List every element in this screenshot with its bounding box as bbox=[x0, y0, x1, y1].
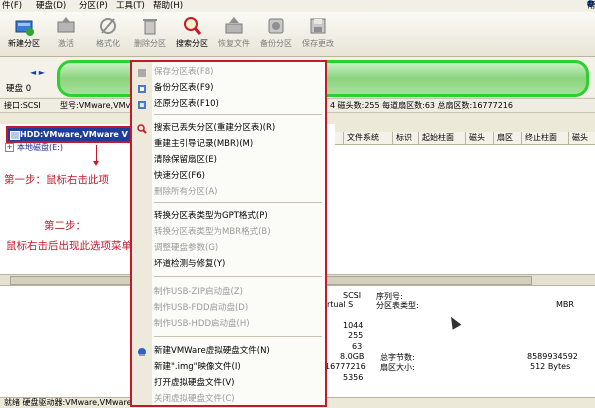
detail-heads: 255 bbox=[348, 331, 364, 340]
menu-bad-sector-check[interactable]: 坏道检测与修复(Y) bbox=[154, 258, 225, 270]
delete-partition-label: 删除分区 bbox=[134, 39, 166, 48]
menu-separator bbox=[154, 276, 322, 277]
menu-clear-reserved-sectors[interactable]: 清除保留扇区(E) bbox=[154, 154, 217, 166]
pt-type-label: 分区表类型: bbox=[376, 301, 419, 310]
menu-file[interactable]: 件(F) bbox=[2, 0, 22, 12]
search-partition-button[interactable]: 搜索分区 bbox=[170, 14, 214, 54]
menu-backup-partition-table[interactable]: 备份分区表(F9) bbox=[154, 82, 213, 94]
backup-partition-button[interactable]: 备份分区 bbox=[254, 14, 298, 54]
menu-rebuild-mbr[interactable]: 重建主引导记录(MBR)(M) bbox=[154, 138, 253, 150]
detail-capacity: 8.0GB bbox=[340, 352, 365, 361]
save-changes-button[interactable]: 保存更改 bbox=[296, 14, 340, 54]
detail-model: rtual S bbox=[327, 300, 354, 309]
new-partition-label: 新建分区 bbox=[8, 39, 40, 48]
format-icon bbox=[100, 18, 116, 34]
new-partition-icon bbox=[15, 20, 34, 36]
disk-label: 硬盘 0 bbox=[6, 84, 32, 94]
delete-partition-button[interactable]: 删除分区 bbox=[128, 14, 172, 54]
tree-item-hdd[interactable]: HDD:VMware,VMware V bbox=[6, 126, 146, 143]
recover-icon bbox=[225, 17, 243, 34]
delete-icon bbox=[143, 19, 157, 35]
menu-new-vmware-disk[interactable]: 新建VMWare虚拟硬盘文件(N) bbox=[154, 345, 270, 357]
detail-cylinders: 1044 bbox=[343, 321, 364, 330]
menu-partition[interactable]: 分区(P) bbox=[79, 0, 108, 12]
menu-restore-partition-table[interactable]: 还原分区表(F10) bbox=[154, 98, 219, 110]
menu-delete-all-partitions[interactable]: 删除所有分区(A) bbox=[154, 186, 217, 198]
interface-info: 接口:SCSI bbox=[4, 101, 41, 110]
tree-item-local-disk[interactable]: + 本地磁盘(E:) bbox=[5, 142, 63, 153]
col-id[interactable]: 标识 bbox=[392, 132, 412, 144]
geometry-info: 4 磁头数:255 每道扇区数:63 总扇区数:16777216 bbox=[330, 101, 513, 110]
step1-note: 第一步：鼠标右击此项 bbox=[4, 174, 109, 186]
menu-make-usb-hdd[interactable]: 制作USB-HDD启动盘(H) bbox=[154, 318, 250, 330]
col-start-cyl[interactable]: 起始柱面 bbox=[418, 132, 454, 144]
save-table-icon bbox=[138, 69, 146, 77]
format-label: 格式化 bbox=[96, 39, 120, 48]
search-lost-icon bbox=[137, 124, 147, 134]
detail-iface: SCSI bbox=[343, 291, 362, 300]
menu-separator bbox=[154, 336, 322, 337]
partition-table-body bbox=[335, 145, 595, 275]
backup-icon bbox=[268, 18, 284, 34]
col-sector[interactable]: 扇区 bbox=[493, 132, 513, 144]
menu-separator bbox=[154, 114, 322, 115]
expand-icon[interactable]: + bbox=[5, 143, 14, 152]
step2-note: 鼠标右击后出现此选项菜单栏 bbox=[6, 240, 143, 252]
menu-help[interactable]: 帮助(H) bbox=[153, 0, 183, 12]
tree-item-local-disk-label: 本地磁盘(E:) bbox=[17, 143, 63, 152]
menu-convert-to-gpt[interactable]: 转换分区表类型为GPT格式(P) bbox=[154, 210, 268, 222]
model-info: 型号:VMware,VMv bbox=[60, 101, 131, 110]
arrow-annotation bbox=[93, 145, 99, 166]
step2-title: 第二步： bbox=[44, 220, 86, 232]
activate-label: 激活 bbox=[58, 39, 74, 48]
detail-extra: 5356 bbox=[343, 373, 364, 382]
sector-size-value: 512 Bytes bbox=[530, 362, 571, 371]
save-changes-label: 保存更改 bbox=[302, 39, 334, 48]
col-filesystem[interactable]: 文件系统 bbox=[343, 132, 379, 144]
format-button[interactable]: 格式化 bbox=[86, 14, 130, 54]
col-end-head[interactable]: 磁头 bbox=[568, 132, 588, 144]
recover-files-button[interactable]: 恢复文件 bbox=[212, 14, 256, 54]
menu-disk[interactable]: 硬盘(D) bbox=[36, 0, 66, 12]
search-partition-label: 搜索分区 bbox=[176, 39, 208, 48]
partition-table-header: 文件系统 标识 起始柱面 磁头 扇区 终止柱面 磁头 bbox=[335, 132, 595, 145]
menu-save-partition-table[interactable]: 保存分区表(F8) bbox=[154, 66, 213, 78]
context-menu: 保存分区表(F8) 备份分区表(F9) 还原分区表(F10) 搜索已丢失分区(重… bbox=[130, 60, 327, 407]
detail-total-sectors: 16777216 bbox=[325, 362, 366, 371]
save-icon bbox=[310, 18, 326, 34]
sector-size-label: 扇区大小: bbox=[380, 363, 415, 372]
menu-search-lost-partitions[interactable]: 搜索已丢失分区(重建分区表)(R) bbox=[154, 122, 275, 134]
menu-close-virtual-disk[interactable]: 关闭虚拟硬盘文件(C) bbox=[154, 393, 235, 405]
menu-make-usb-fdd[interactable]: 制作USB-FDD启动盘(D) bbox=[154, 302, 248, 314]
col-head[interactable]: 磁头 bbox=[465, 132, 485, 144]
backup-table-icon bbox=[138, 85, 146, 93]
new-vmdk-icon bbox=[138, 348, 146, 356]
recover-files-label: 恢复文件 bbox=[218, 39, 250, 48]
detail-sectors: 63 bbox=[352, 342, 363, 351]
disk-nav[interactable]: ◄ ► bbox=[30, 68, 45, 77]
menu-open-virtual-disk[interactable]: 打开虚拟硬盘文件(V) bbox=[154, 377, 234, 389]
menu-new-img-file[interactable]: 新建".img"映像文件(I) bbox=[154, 361, 241, 373]
total-bytes-value: 8589934592 bbox=[527, 352, 578, 361]
restore-table-icon bbox=[138, 101, 146, 109]
menu-tools[interactable]: 工具(T) bbox=[116, 0, 145, 12]
activate-icon bbox=[57, 17, 75, 33]
toolbar: 新建分区 激活 格式化 删除分区 搜索分区 恢复文件 备份分区 保存更改 bbox=[0, 12, 595, 57]
backup-partition-label: 备份分区 bbox=[260, 39, 292, 48]
new-partition-button[interactable]: 新建分区 bbox=[2, 14, 46, 54]
menu-make-usb-zip[interactable]: 制作USB-ZIP启动盘(Z) bbox=[154, 286, 243, 298]
menu-quick-partition[interactable]: 快速分区(F6) bbox=[154, 170, 205, 182]
search-icon bbox=[184, 17, 202, 35]
menu-separator bbox=[154, 202, 322, 203]
menu-convert-to-mbr[interactable]: 转换分区表类型为MBR格式(B) bbox=[154, 226, 271, 238]
pt-type-value: MBR bbox=[556, 300, 574, 309]
activate-button[interactable]: 激活 bbox=[44, 14, 88, 54]
col-end-cyl[interactable]: 终止柱面 bbox=[521, 132, 557, 144]
menu-adjust-disk-params[interactable]: 调整硬盘参数(G) bbox=[154, 242, 218, 254]
